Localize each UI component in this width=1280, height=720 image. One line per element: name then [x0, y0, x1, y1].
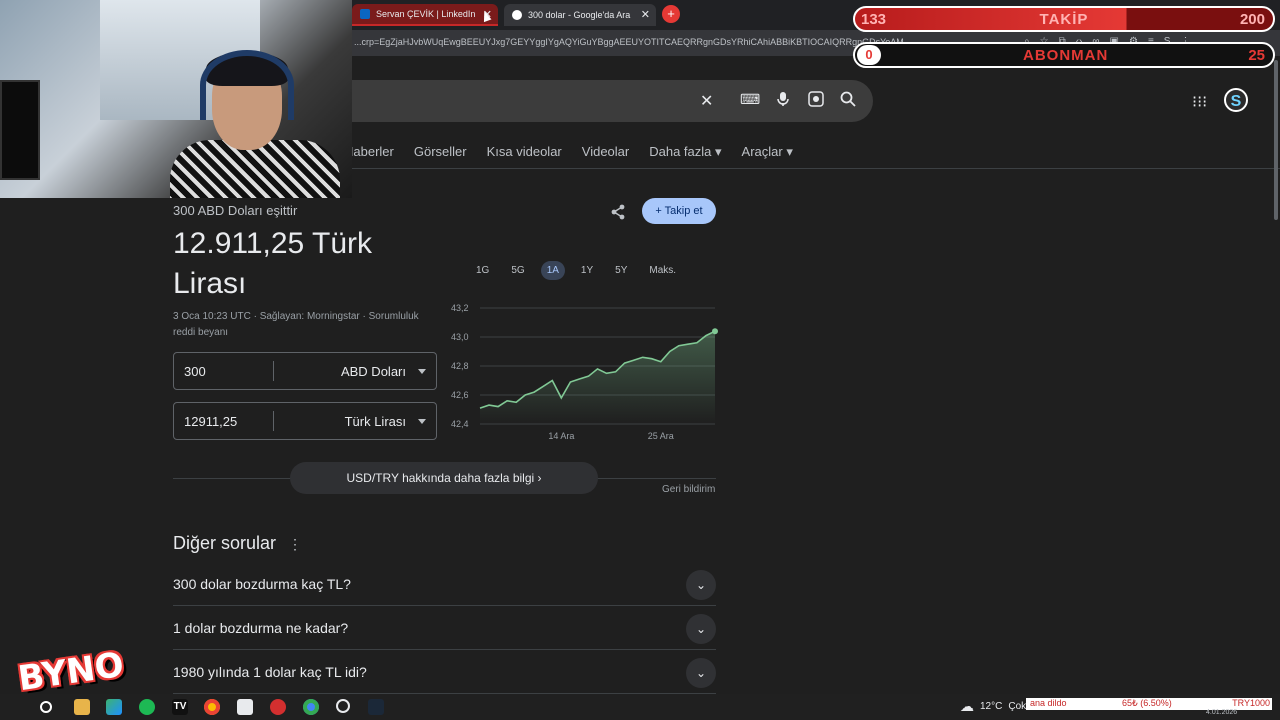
subscriber-goal: 25 — [1248, 47, 1265, 64]
y-tick-label: 42,4 — [451, 419, 469, 429]
question-text: 1980 yılında 1 dolar kaç TL idi? — [173, 664, 367, 680]
spotify-icon[interactable] — [139, 699, 155, 715]
tab-short-videos[interactable]: Kısa videolar — [487, 144, 562, 160]
follower-goal: 200 — [1239, 11, 1265, 28]
conversion-result: 12.911,25 Türk Lirası — [173, 227, 373, 300]
streamer-logo: BYNO — [15, 644, 127, 700]
mic-icon[interactable] — [776, 91, 790, 110]
tradingview-icon[interactable]: TV — [172, 699, 188, 715]
from-currency-select[interactable]: ABD Doları — [341, 364, 406, 379]
from-currency-field[interactable]: 300 ABD Doları — [173, 352, 437, 390]
chevron-down-icon[interactable]: ⌄ — [686, 570, 716, 600]
close-icon[interactable]: ✕ — [641, 8, 650, 21]
last-point — [712, 328, 718, 335]
keyboard-icon[interactable]: ⌨ — [740, 91, 760, 108]
from-amount-input[interactable]: 300 — [184, 364, 206, 379]
question-item[interactable]: 1 dolar bozdurma ne kadar? ⌄ — [173, 606, 716, 650]
webcam-monitor — [0, 80, 40, 180]
taskbar-date: 4.01.2026 — [1206, 709, 1238, 716]
chevron-down-icon[interactable]: ⌄ — [686, 614, 716, 644]
question-item[interactable]: 300 dolar bozdurma kaç TL? ⌄ — [173, 562, 716, 606]
tab-tools[interactable]: Araçlar ▾ — [742, 144, 793, 160]
scrollbar-thumb[interactable] — [1274, 60, 1278, 220]
y-tick-label: 42,8 — [451, 361, 469, 371]
scrollbar[interactable] — [1272, 60, 1280, 230]
to-currency-select[interactable]: Türk Lirası — [345, 414, 406, 429]
range-1m[interactable]: 1A — [540, 261, 565, 280]
range-1d[interactable]: 1G — [470, 261, 495, 280]
search-icon[interactable] — [40, 701, 52, 713]
question-text: 300 dolar bozdurma kaç TL? — [173, 576, 351, 592]
more-info-button[interactable]: USD/TRY hakkında daha fazla bilgi › — [290, 462, 598, 494]
lens-icon[interactable] — [808, 91, 824, 112]
divider — [330, 168, 1280, 169]
range-max[interactable]: Maks. — [643, 261, 682, 280]
range-5d[interactable]: 5G — [505, 261, 530, 280]
chevron-down-icon[interactable]: ⌄ — [686, 658, 716, 688]
chevron-down-icon[interactable] — [418, 419, 426, 424]
search-icon[interactable] — [840, 91, 856, 112]
steam-icon[interactable] — [368, 699, 384, 715]
copilot-icon[interactable] — [106, 699, 122, 715]
ticker-amount: 65₺ (6.50%) — [1122, 698, 1172, 708]
time-range-selector: 1G 5G 1A 1Y 5Y Maks. — [470, 261, 682, 280]
opera-icon[interactable] — [270, 699, 286, 715]
subscriber-label: ABONMAN — [1023, 47, 1109, 64]
subscriber-goal-bar: 0 ABONMAN 25 — [853, 42, 1275, 68]
ticker-message: ana dildo — [1030, 698, 1067, 708]
y-tick-label: 43,2 — [451, 303, 469, 313]
follow-button[interactable]: + Takip et — [642, 198, 716, 224]
tab-linkedin[interactable]: Servan ÇEVİK | LinkedIn ✕ — [352, 4, 498, 26]
tab-more[interactable]: Daha fazla ▾ — [649, 144, 721, 160]
weather-text: Çok — [1008, 701, 1027, 712]
new-tab-button[interactable]: + — [662, 5, 680, 23]
google-icon — [512, 10, 522, 20]
to-amount-input[interactable]: 12911,25 — [184, 414, 237, 429]
follower-goal-bar: 133 TAKİP 200 — [853, 6, 1275, 32]
exchange-rate-chart: 42,4 42,6 42,8 43,0 43,2 14 Ara 25 Ara — [451, 303, 718, 441]
y-tick-label: 42,6 — [451, 390, 469, 400]
range-1y[interactable]: 1Y — [575, 261, 599, 280]
folder-icon[interactable] — [74, 699, 90, 715]
store-icon[interactable] — [237, 699, 253, 715]
divider — [273, 411, 274, 431]
tab-videos[interactable]: Videolar — [582, 144, 629, 160]
temperature: 12°C — [980, 701, 1003, 712]
clear-icon[interactable]: ✕ — [700, 91, 713, 111]
linkedin-icon — [360, 9, 370, 19]
y-tick-label: 43,0 — [451, 332, 469, 342]
search-input[interactable]: ✕ ⌨ — [330, 80, 873, 122]
question-item[interactable]: 1980 yılında 1 dolar kaç TL idi? ⌄ — [173, 650, 716, 694]
chevron-down-icon[interactable] — [418, 369, 426, 374]
to-currency-field[interactable]: 12911,25 Türk Lirası — [173, 402, 437, 440]
tab-label: 300 dolar - Google'da Ara — [528, 10, 631, 20]
section-title: Diğer sorular — [173, 533, 277, 553]
avatar[interactable]: S — [1224, 88, 1248, 112]
headset-icon — [200, 50, 294, 120]
x-tick-label: 14 Ara — [548, 431, 574, 441]
apps-grid-icon[interactable]: ⁝⁝⁝ — [1192, 92, 1207, 112]
subscriber-count: 0 — [857, 45, 881, 65]
cloud-icon: ☁ — [960, 698, 974, 714]
x-tick-label: 25 Ara — [648, 431, 674, 441]
weather-widget[interactable]: ☁ 12°C Çok — [960, 698, 1026, 715]
tab-label: Servan ÇEVİK | LinkedIn — [376, 9, 476, 19]
question-text: 1 dolar bozdurma ne kadar? — [173, 620, 349, 636]
feedback-link[interactable]: Geri bildirim — [662, 484, 715, 495]
tab-images[interactable]: Görseller — [414, 144, 467, 160]
conversion-caption: 300 ABD Doları eşittir — [173, 203, 298, 218]
data-source: 3 Oca 10:23 UTC · Sağlayan: Morningstar … — [173, 311, 419, 338]
obs-icon[interactable] — [336, 699, 350, 713]
search-nav-tabs: Haberler Görseller Kısa videolar Videola… — [344, 144, 793, 160]
chrome-profile-icon[interactable] — [303, 699, 319, 715]
tab-google-search[interactable]: 300 dolar - Google'da Ara ✕ — [504, 4, 656, 26]
divider — [273, 361, 274, 381]
share-icon[interactable] — [610, 204, 626, 225]
ticker-goal: TRY1000 — [1232, 698, 1270, 708]
range-5y[interactable]: 5Y — [609, 261, 633, 280]
chrome-icon[interactable] — [204, 699, 220, 715]
follower-label: TAKİP — [1039, 11, 1089, 28]
more-options-icon[interactable]: ⋮ — [288, 536, 302, 553]
webcam-overlay — [0, 0, 352, 198]
